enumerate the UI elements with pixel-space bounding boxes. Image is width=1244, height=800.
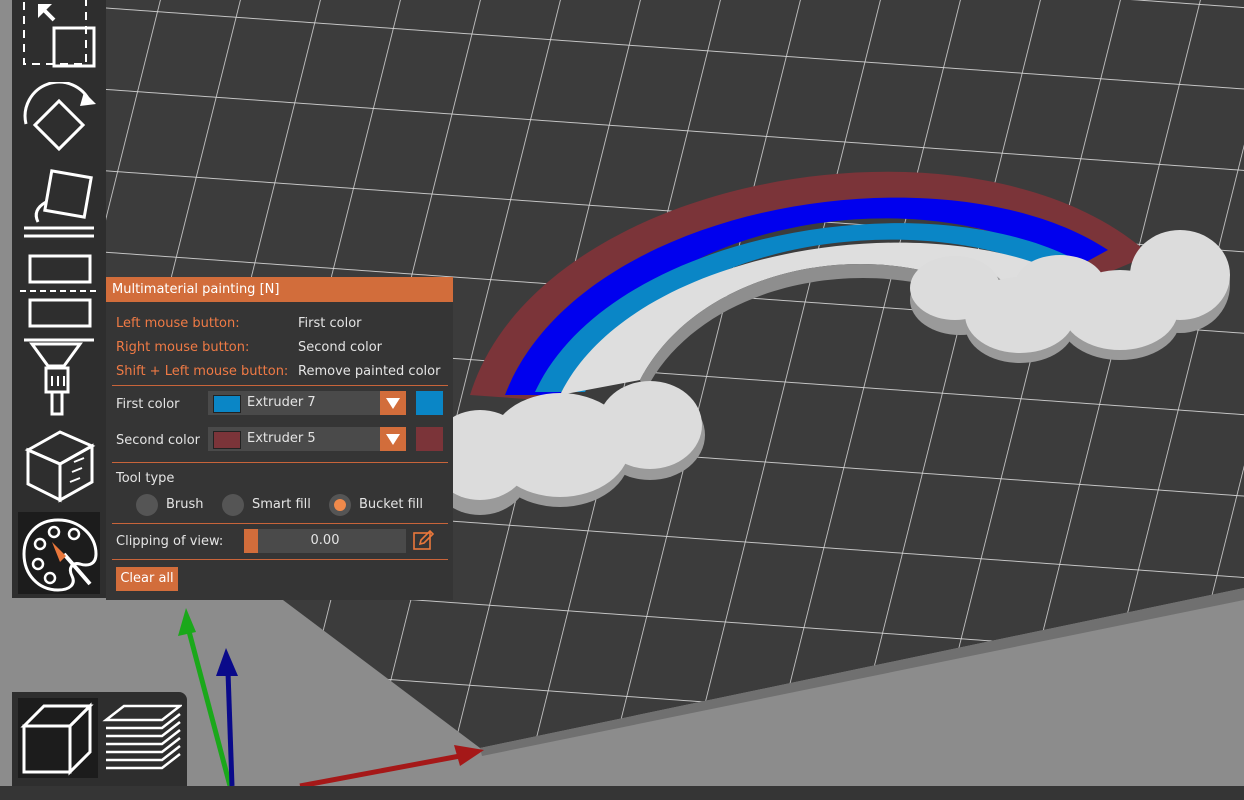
place-on-face-tool-button[interactable]: [18, 166, 100, 248]
second-color-label: Second color: [116, 433, 200, 448]
second-color-swatch: [213, 431, 241, 449]
edit-value-button[interactable]: [412, 529, 435, 551]
radio-dot: [222, 494, 244, 516]
radio-dot-selected: [329, 494, 351, 516]
hint-value: Remove painted color: [298, 364, 441, 379]
pencil-icon: [413, 529, 435, 550]
support-brush-icon: [24, 338, 94, 416]
radio-label: Smart fill: [252, 497, 311, 512]
support-paint-tool-button[interactable]: [18, 336, 100, 418]
second-color-select[interactable]: Extruder 5: [208, 427, 406, 451]
second-color-extruder: Extruder 5: [247, 431, 316, 446]
first-color-select[interactable]: Extruder 7: [208, 391, 406, 415]
place-on-face-icon: [24, 169, 94, 238]
rotate-icon: [23, 80, 96, 152]
second-color-picker[interactable]: [416, 427, 443, 451]
separator: [112, 385, 448, 386]
radio-dot: [136, 494, 158, 516]
clipping-slider[interactable]: 0.00: [244, 529, 406, 553]
seam-cube-icon: [24, 430, 96, 503]
first-color-extruder: Extruder 7: [247, 395, 316, 410]
hint-value: First color: [298, 316, 362, 331]
hint-key: Shift + Left mouse button:: [116, 364, 289, 379]
hint-key: Right mouse button:: [116, 340, 250, 355]
chevron-down-icon[interactable]: [380, 427, 406, 451]
clipping-value: 0.00: [310, 533, 340, 548]
tool-type-radios: Brush Smart fill Bucket fill: [136, 494, 436, 518]
hint-key: Left mouse button:: [116, 316, 240, 331]
cut-icon: [20, 254, 98, 328]
multimaterial-painting-panel: Multimaterial painting [N] Left mouse bu…: [106, 277, 453, 600]
status-bar: [0, 786, 1244, 800]
view-toggle: [12, 692, 187, 792]
panel-title: Multimaterial painting [N]: [106, 277, 453, 302]
separator: [112, 523, 448, 524]
first-color-swatch: [213, 395, 241, 413]
first-color-label: First color: [116, 397, 180, 412]
chevron-down-icon[interactable]: [380, 391, 406, 415]
seam-paint-tool-button[interactable]: [18, 424, 100, 506]
layer-preview-button[interactable]: [102, 698, 184, 778]
move-tool-button[interactable]: [18, 0, 100, 82]
first-color-picker[interactable]: [416, 391, 443, 415]
multimaterial-paint-tool-button[interactable]: [18, 512, 100, 594]
clipping-label: Clipping of view:: [116, 534, 224, 549]
cut-tool-button[interactable]: [18, 250, 100, 332]
separator: [112, 559, 448, 560]
radio-label: Brush: [166, 497, 204, 512]
rotate-tool-button[interactable]: [18, 80, 100, 164]
radio-label: Bucket fill: [359, 497, 424, 512]
layers-icon: [102, 704, 184, 770]
move-icon: [23, 0, 96, 68]
tool-type-label: Tool type: [116, 471, 175, 486]
separator: [112, 462, 448, 463]
3d-view-button[interactable]: [18, 698, 98, 778]
clear-all-button[interactable]: Clear all: [116, 567, 178, 591]
gizmo-toolbar: [12, 0, 106, 598]
hint-value: Second color: [298, 340, 382, 355]
cube-icon: [20, 702, 94, 776]
palette-icon: [22, 518, 98, 592]
